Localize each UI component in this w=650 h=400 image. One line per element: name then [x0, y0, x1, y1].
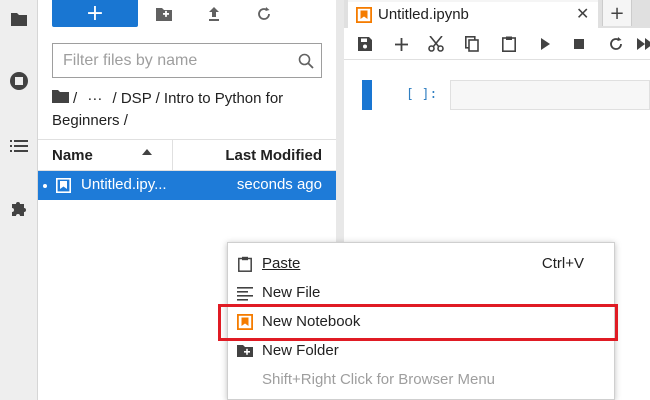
- column-divider[interactable]: [172, 140, 173, 170]
- new-folder-icon: [156, 7, 172, 21]
- upload-button[interactable]: [201, 2, 227, 26]
- new-launcher-button[interactable]: +: [52, 0, 138, 27]
- running-indicator: [43, 184, 47, 188]
- notebook-icon: [56, 178, 71, 193]
- plus-icon: +: [609, 2, 625, 24]
- running-tab[interactable]: [0, 62, 38, 100]
- cut-button[interactable]: [425, 33, 447, 55]
- save-icon: [358, 37, 372, 51]
- highlight-box: [218, 304, 618, 341]
- restart-icon: [610, 37, 622, 50]
- notebook-icon: [356, 7, 372, 23]
- file-last-modified: seconds ago: [236, 176, 322, 193]
- paste-button[interactable]: [498, 33, 520, 55]
- toc-icon: [10, 140, 28, 152]
- file-list-item[interactable]: Untitled.ipy... seconds ago: [38, 171, 336, 200]
- run-icon: [541, 38, 550, 50]
- insert-cell-button[interactable]: [390, 33, 412, 55]
- active-cell-marker: [362, 80, 372, 110]
- toc-tab[interactable]: [0, 127, 38, 165]
- plus-icon: +: [85, 0, 105, 26]
- breadcrumb-ellipsis[interactable]: ···: [87, 90, 102, 107]
- fast-forward-icon: [637, 38, 650, 50]
- file-browser-toolbar: +: [38, 0, 336, 30]
- breadcrumb: / ··· / DSP / Intro to Python for Beginn…: [52, 88, 332, 132]
- upload-icon: [209, 7, 219, 21]
- menu-item-label: Paste: [262, 255, 301, 272]
- code-cell[interactable]: [ ]:: [344, 70, 650, 120]
- file-list-header: Name Last Modified: [38, 139, 336, 171]
- cell-input-area[interactable]: [450, 80, 650, 110]
- close-icon[interactable]: ✕: [576, 4, 589, 23]
- tab-title: Untitled.ipynb: [378, 6, 469, 23]
- add-icon: [394, 37, 408, 51]
- interrupt-button[interactable]: [568, 33, 590, 55]
- cell-prompt: [ ]:: [406, 87, 438, 102]
- sort-ascending-icon: [142, 149, 152, 155]
- menu-item-browser-menu-hint: Shift+Right Click for Browser Menu: [228, 365, 614, 394]
- extension-icon: [12, 202, 26, 216]
- cut-icon: [428, 36, 444, 52]
- breadcrumb-separator: /: [73, 90, 78, 108]
- folder-icon: [52, 90, 69, 104]
- refresh-button[interactable]: [251, 2, 277, 26]
- name-column-header[interactable]: Name: [52, 147, 93, 164]
- modified-column-header[interactable]: Last Modified: [225, 147, 322, 164]
- tab-untitled-notebook[interactable]: Untitled.ipynb ✕: [348, 0, 598, 28]
- save-button[interactable]: [354, 33, 376, 55]
- menu-item-label: New Folder: [262, 342, 339, 359]
- document-tab-bar: Untitled.ipynb ✕ +: [344, 0, 650, 28]
- text-file-icon: [237, 287, 253, 301]
- menu-item-label: New File: [262, 284, 321, 301]
- notebook-toolbar: [344, 28, 650, 60]
- menu-item-new-file[interactable]: New File: [228, 278, 614, 307]
- breadcrumb-home[interactable]: [52, 88, 69, 110]
- paste-icon: [238, 256, 252, 272]
- search-icon: [291, 53, 321, 69]
- copy-button[interactable]: [461, 33, 483, 55]
- copy-icon: [465, 36, 479, 52]
- folder-icon: [11, 13, 27, 26]
- more-toolbar-button[interactable]: [634, 33, 650, 55]
- refresh-icon: [258, 7, 270, 20]
- stop-icon: [574, 39, 584, 49]
- activity-bar: [0, 0, 38, 400]
- menu-item-paste[interactable]: Paste Ctrl+V: [228, 249, 614, 278]
- file-name: Untitled.ipy...: [81, 176, 167, 193]
- new-folder-icon: [237, 345, 253, 357]
- menu-item-shortcut: Ctrl+V: [541, 255, 584, 272]
- running-icon: [10, 72, 28, 90]
- new-tab-button[interactable]: +: [602, 0, 632, 26]
- paste-icon: [502, 36, 516, 52]
- filter-files-input[interactable]: [53, 45, 291, 76]
- restart-button[interactable]: [605, 33, 627, 55]
- menu-item-label: Shift+Right Click for Browser Menu: [262, 371, 495, 388]
- file-browser-tab[interactable]: [0, 0, 38, 38]
- run-button[interactable]: [534, 33, 556, 55]
- extension-manager-tab[interactable]: [0, 189, 38, 227]
- filter-box: [52, 43, 322, 78]
- jupyterlab-window: + / ··· / DSP / Intro to Python for Be: [0, 0, 650, 400]
- new-folder-button[interactable]: [151, 2, 177, 26]
